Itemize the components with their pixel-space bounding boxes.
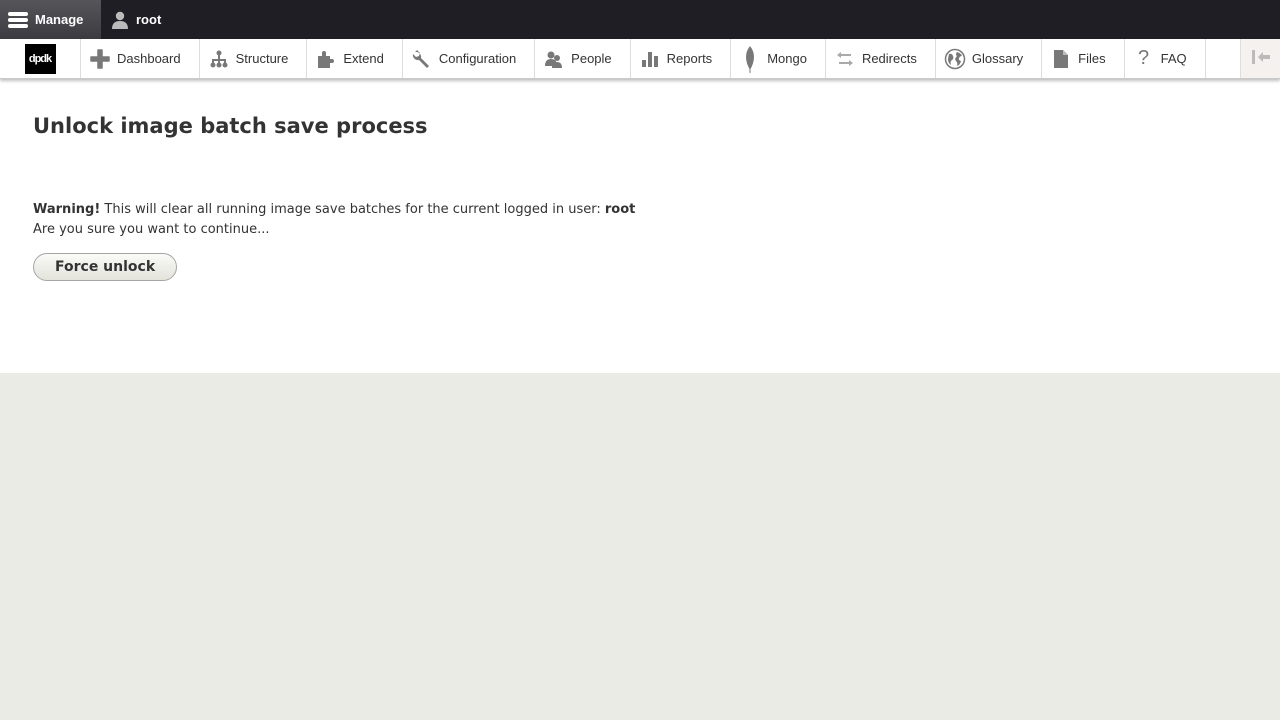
people-icon — [543, 48, 565, 70]
user-icon — [111, 11, 129, 29]
tray-item-people[interactable]: People — [535, 39, 631, 78]
tray-item-label: Glossary — [971, 51, 1024, 66]
tray-item-label: Extend — [343, 51, 384, 66]
plus-icon — [89, 48, 111, 70]
force-unlock-button[interactable]: Force unlock — [33, 253, 178, 281]
sitemap-icon — [208, 48, 230, 70]
main-content: Unlock image batch save process Warning!… — [0, 79, 1280, 373]
tray-item-label: People — [571, 51, 612, 66]
warning-text: This will clear all running image save b… — [100, 202, 605, 217]
tray-item-reports[interactable]: Reports — [631, 39, 732, 78]
admin-toolbar: Manage root — [0, 0, 1280, 39]
tray-item-extend[interactable]: Extend — [307, 39, 403, 78]
tray-item-mongo[interactable]: Mongo — [731, 39, 826, 78]
leaf-icon — [739, 45, 761, 73]
globe-icon — [944, 48, 966, 70]
page-title: Unlock image batch save process — [33, 114, 428, 138]
manage-toggle[interactable]: Manage — [0, 0, 101, 39]
tray-item-configuration[interactable]: Configuration — [403, 39, 536, 78]
confirm-text: Are you sure you want to continue... — [33, 222, 270, 237]
warning-message: Warning! This will clear all running ima… — [33, 200, 1247, 240]
tray-item-files[interactable]: Files — [1042, 39, 1125, 78]
tray-item-label: Dashboard — [117, 51, 181, 66]
tray-item-dashboard[interactable]: Dashboard — [81, 39, 200, 78]
user-label: root — [136, 12, 162, 27]
puzzle-icon — [315, 48, 337, 70]
user-menu[interactable]: root — [101, 0, 177, 39]
hamburger-icon — [8, 11, 28, 29]
site-logo: dpdk — [24, 43, 56, 74]
tray-item-structure[interactable]: Structure — [200, 39, 308, 78]
tray-item-faq[interactable]: ? FAQ — [1125, 39, 1206, 78]
tray-item-label: Reports — [666, 51, 713, 66]
tray-item-label: Files — [1078, 51, 1106, 66]
file-icon — [1050, 48, 1072, 70]
manage-label: Manage — [35, 12, 84, 27]
tray-item-redirects[interactable]: Redirects — [826, 39, 936, 78]
site-logo-link[interactable]: dpdk — [0, 39, 81, 78]
tray-item-label: Configuration — [438, 51, 517, 66]
collapse-left-icon — [1251, 49, 1271, 69]
redirect-arrows-icon — [834, 48, 856, 70]
admin-tray: dpdk Dashboard Structure Extend Configur… — [0, 39, 1280, 79]
tray-item-label: FAQ — [1160, 51, 1187, 66]
wrench-icon — [411, 48, 433, 70]
warning-label: Warning! — [33, 202, 101, 217]
question-icon: ? — [1138, 47, 1150, 69]
warning-user: root — [604, 202, 636, 217]
tray-item-label: Structure — [235, 51, 289, 66]
collapse-tray-button[interactable] — [1240, 39, 1280, 78]
tray-item-label: Mongo — [767, 51, 807, 66]
bar-chart-icon — [639, 48, 661, 70]
tray-item-glossary[interactable]: Glossary — [936, 39, 1043, 78]
tray-item-label: Redirects — [861, 51, 917, 66]
